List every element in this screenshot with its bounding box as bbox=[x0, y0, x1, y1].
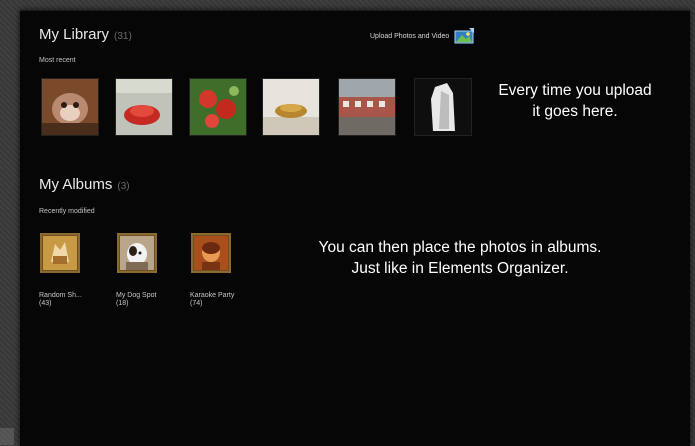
albums-title[interactable]: My Albums bbox=[39, 176, 112, 193]
albums-count: (3) bbox=[117, 181, 130, 192]
photo-thumbnail-red-object[interactable] bbox=[115, 78, 173, 136]
photo-thumbnail-flowers[interactable] bbox=[189, 78, 247, 136]
upload-label[interactable]: Upload Photos and Video bbox=[370, 33, 449, 40]
statue-photo bbox=[415, 79, 471, 135]
dog-photo-icon bbox=[120, 236, 154, 270]
building-photo bbox=[339, 79, 395, 135]
library-count: (31) bbox=[114, 31, 132, 42]
photo-thumbnail-statue[interactable] bbox=[414, 78, 472, 136]
photo-thumbnail-building[interactable] bbox=[338, 78, 396, 136]
albums-header: My Albums (3) bbox=[39, 176, 130, 193]
upload-callout-line1: Every time you upload bbox=[498, 82, 652, 99]
albums-callout-line1: You can then place the photos in albums. bbox=[318, 239, 602, 256]
album-cover bbox=[117, 233, 157, 273]
upload-button[interactable]: Upload Photos and Video bbox=[370, 26, 475, 46]
recently-modified-label: Recently modified bbox=[39, 208, 95, 215]
album-count: (18) bbox=[116, 300, 129, 307]
album-my-dog-spot[interactable]: My Dog Spot (18) bbox=[116, 233, 196, 307]
album-cover bbox=[191, 233, 231, 273]
library-title[interactable]: My Library bbox=[39, 26, 109, 43]
albums-callout-line2: Just like in Elements Organizer. bbox=[351, 260, 569, 277]
cat-photo-icon bbox=[43, 236, 77, 270]
recent-photos-strip bbox=[41, 78, 501, 138]
library-header: My Library (31) bbox=[39, 26, 132, 43]
album-count: (74) bbox=[190, 300, 203, 307]
album-name: Random Sh... bbox=[39, 292, 82, 299]
most-recent-label: Most recent bbox=[39, 57, 76, 64]
album-name: My Dog Spot bbox=[116, 292, 157, 299]
albums-callout: You can then place the photos in albums.… bbox=[250, 237, 670, 279]
background-edge bbox=[0, 428, 14, 445]
album-cover bbox=[40, 233, 80, 273]
upload-callout-line2: it goes here. bbox=[532, 103, 618, 120]
flowers-photo bbox=[190, 79, 246, 135]
album-count: (43) bbox=[39, 300, 52, 307]
photo-thumbnail-food[interactable] bbox=[262, 78, 320, 136]
photo-thumbnail-monkey[interactable] bbox=[41, 78, 99, 136]
karaoke-photo-icon bbox=[194, 236, 228, 270]
upload-callout: Every time you upload it goes here. bbox=[475, 80, 675, 122]
food-photo bbox=[263, 79, 319, 135]
album-random[interactable]: Random Sh... (43) bbox=[39, 233, 119, 307]
red-object-photo bbox=[116, 79, 172, 135]
album-name: Karaoke Party bbox=[190, 292, 235, 299]
upload-photo-icon[interactable] bbox=[454, 28, 475, 44]
monkey-photo bbox=[42, 79, 98, 135]
main-panel: My Library (31) Upload Photos and Video M… bbox=[20, 10, 690, 446]
